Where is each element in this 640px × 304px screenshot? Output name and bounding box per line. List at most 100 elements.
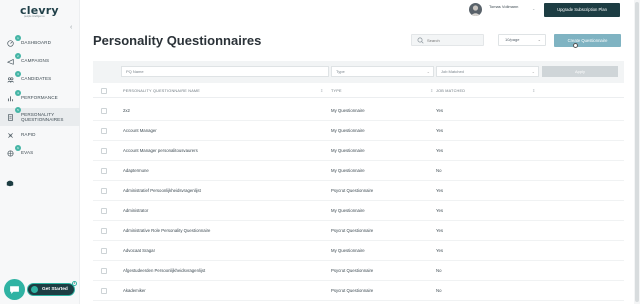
sidebar-item-candidates[interactable]: 3 CANDIDATES bbox=[0, 71, 80, 87]
chat-icon bbox=[10, 286, 19, 294]
row-checkbox[interactable] bbox=[101, 208, 107, 214]
chat-widget-button[interactable] bbox=[4, 279, 25, 300]
table-row[interactable]: Account Manager personalitousvaurers My … bbox=[93, 141, 624, 161]
job-matched-filter[interactable]: Job Matched ⌄ bbox=[436, 66, 539, 77]
row-checkbox[interactable] bbox=[101, 148, 107, 154]
per-page-select[interactable]: 10/page ⌄ bbox=[498, 34, 546, 46]
job-matched-placeholder: Job Matched bbox=[441, 69, 464, 74]
questionnaire-icon bbox=[8, 113, 13, 121]
chevron-down-icon[interactable]: ⌄ bbox=[532, 6, 535, 11]
get-started-badge: 4 bbox=[72, 281, 77, 286]
row-checkbox[interactable] bbox=[101, 288, 107, 294]
app-root: clevry people intelligence ‹ 1 DASHBOARD… bbox=[0, 0, 640, 304]
questionnaire-name[interactable]: Advocaat Sragar bbox=[123, 248, 155, 253]
questionnaire-name[interactable]: Administrator bbox=[123, 208, 148, 213]
search-icon bbox=[417, 37, 424, 44]
sidebar: clevry people intelligence ‹ 1 DASHBOARD… bbox=[0, 0, 80, 304]
row-checkbox[interactable] bbox=[101, 108, 107, 114]
column-header-job-matched[interactable]: JOB MATCHED bbox=[436, 89, 465, 93]
sort-icon[interactable]: ⇕ bbox=[430, 88, 433, 93]
column-header-type[interactable]: TYPE bbox=[331, 89, 342, 93]
questionnaire-type: Psycrut Questionnaire bbox=[331, 288, 374, 293]
table-row[interactable]: Administrative Role Personality Question… bbox=[93, 221, 624, 241]
job-matched-value: No bbox=[436, 268, 442, 273]
questionnaire-name[interactable]: Administrative Role Personality Question… bbox=[123, 228, 210, 233]
sidebar-item-label: RAPID bbox=[21, 132, 36, 138]
questionnaire-type: Psycrut Questionnaire bbox=[331, 228, 374, 233]
questionnaire-name[interactable]: Account Manager bbox=[123, 128, 157, 133]
candidates-icon bbox=[7, 76, 14, 83]
brand-tagline: people intelligence bbox=[24, 15, 45, 18]
chevron-down-icon: ⌄ bbox=[426, 69, 430, 74]
questionnaire-name[interactable]: 2x2 bbox=[123, 108, 130, 113]
get-started-icon bbox=[31, 286, 38, 293]
sidebar-item-performance[interactable]: 4 PERFORMANCE bbox=[0, 90, 80, 106]
questionnaire-name[interactable]: Afgestudeerden Persoonlijkheidsvragenlij… bbox=[123, 268, 205, 273]
user-name[interactable]: Tomas Vollmann bbox=[489, 4, 518, 9]
table-row[interactable]: Administratief Persoonlijkheidsvragenlij… bbox=[93, 181, 624, 201]
evas-icon bbox=[7, 149, 14, 157]
column-header-name[interactable]: PERSONALITY QUESTIONNAIRE NAME bbox=[123, 89, 200, 93]
avatar[interactable] bbox=[469, 3, 482, 16]
select-all-checkbox[interactable] bbox=[101, 88, 107, 94]
search-input[interactable] bbox=[427, 36, 482, 45]
questionnaire-type: My Questionnaire bbox=[331, 168, 365, 173]
job-matched-value: Yes bbox=[436, 128, 444, 133]
job-matched-value: Yes bbox=[436, 108, 444, 113]
sidebar-item-label: DASHBOARD bbox=[21, 40, 51, 46]
row-checkbox[interactable] bbox=[101, 268, 107, 274]
table-row[interactable]: Advocaat Sragar My Questionnaire Yes bbox=[93, 241, 624, 261]
sidebar-item-personality-questionnaires[interactable]: 5 PERSONALITY QUESTIONNAIRES bbox=[0, 107, 80, 126]
table-row[interactable]: Administrator My Questionnaire Yes bbox=[93, 201, 624, 221]
questionnaire-name[interactable]: Adaptermune bbox=[123, 168, 149, 173]
chevron-down-icon: ⌄ bbox=[537, 37, 541, 42]
sidebar-item-evas[interactable]: 6 EVAS bbox=[0, 145, 80, 161]
job-matched-value: Yes bbox=[436, 188, 444, 193]
questionnaire-type: My Questionnaire bbox=[331, 128, 365, 133]
sort-icon[interactable]: ⇕ bbox=[532, 88, 535, 93]
performance-icon bbox=[7, 95, 14, 101]
scrollbar-thumb[interactable] bbox=[635, 2, 639, 302]
questionnaire-type: My Questionnaire bbox=[331, 248, 365, 253]
table-row[interactable]: Afgestudeerden Persoonlijkheidsvragenlij… bbox=[93, 261, 624, 281]
cursor-icon bbox=[573, 43, 578, 48]
job-matched-value: Yes bbox=[436, 228, 444, 233]
sidebar-item-rapid[interactable]: RAPID bbox=[0, 127, 80, 143]
table-row[interactable]: Account Manager My Questionnaire Yes bbox=[93, 121, 624, 141]
pq-name-filter[interactable]: PQ Name bbox=[121, 66, 329, 77]
create-questionnaire-button[interactable]: Create Questionnaire bbox=[554, 34, 621, 47]
dashboard-icon bbox=[7, 39, 14, 47]
row-checkbox[interactable] bbox=[101, 228, 107, 234]
sidebar-item-label: CANDIDATES bbox=[21, 76, 52, 82]
questionnaire-name[interactable]: Akademiker bbox=[123, 288, 146, 293]
upgrade-subscription-button[interactable]: Upgrade Subscription Plan bbox=[544, 3, 620, 17]
type-placeholder: Type bbox=[336, 69, 345, 74]
search-field[interactable] bbox=[411, 34, 484, 46]
sidebar-item-label: EVAS bbox=[21, 150, 34, 156]
table-row[interactable]: Akademiker Psycrut Questionnaire No bbox=[93, 281, 624, 301]
apply-filters-button[interactable]: Apply bbox=[542, 66, 618, 77]
job-matched-value: Yes bbox=[436, 148, 444, 153]
questionnaire-name[interactable]: Administratief Persoonlijkheidsvragenlij… bbox=[123, 188, 201, 193]
job-matched-value: Yes bbox=[436, 208, 444, 213]
filter-bar: PQ Name Type ⌄ Job Matched ⌄ Apply bbox=[93, 61, 624, 83]
type-filter[interactable]: Type ⌄ bbox=[331, 66, 434, 77]
row-checkbox[interactable] bbox=[101, 168, 107, 174]
sort-icon[interactable]: ⇕ bbox=[320, 88, 323, 93]
sidebar-item-label: PERSONALITY QUESTIONNAIRES bbox=[21, 111, 64, 122]
row-checkbox[interactable] bbox=[101, 128, 107, 134]
questionnaire-type: Psycrut Questionnaire bbox=[331, 268, 374, 273]
help-icon[interactable] bbox=[6, 179, 14, 187]
sidebar-item-dashboard[interactable]: 1 DASHBOARD bbox=[0, 35, 80, 51]
questionnaire-name[interactable]: Account Manager personalitousvaurers bbox=[123, 148, 198, 153]
sidebar-item-campaigns[interactable]: 2 CAMPAIGNS bbox=[0, 53, 80, 69]
row-checkbox[interactable] bbox=[101, 188, 107, 194]
questionnaire-type: Psycrut Questionnaire bbox=[331, 188, 374, 193]
collapse-sidebar-icon[interactable]: ‹ bbox=[70, 24, 72, 31]
table-row[interactable]: Adaptermune My Questionnaire No bbox=[93, 161, 624, 181]
table-row[interactable]: 2x2 My Questionnaire Yes bbox=[93, 101, 624, 121]
questionnaire-type: My Questionnaire bbox=[331, 208, 365, 213]
row-checkbox[interactable] bbox=[101, 248, 107, 254]
per-page-value: 10/page bbox=[505, 37, 520, 42]
sidebar-item-label: CAMPAIGNS bbox=[21, 58, 50, 64]
